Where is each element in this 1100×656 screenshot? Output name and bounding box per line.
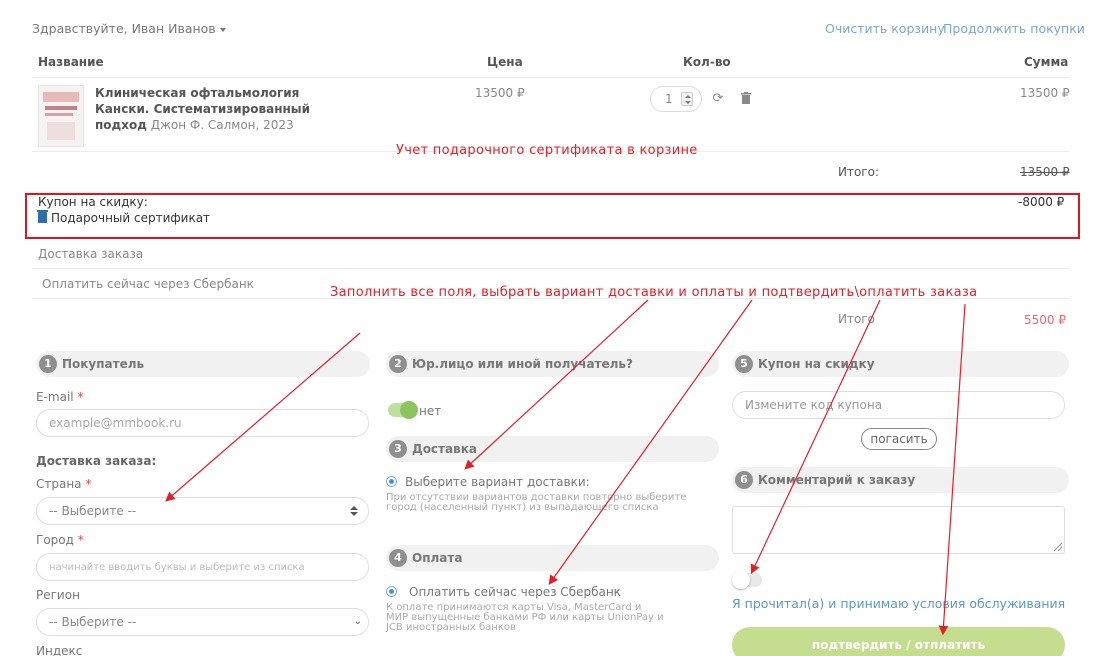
coupon-code-input[interactable]: Измените код купона	[732, 391, 1065, 419]
country-label: Страна *	[36, 477, 92, 491]
column-header-qty: Кол-во	[683, 55, 731, 69]
continue-shopping-link[interactable]: Продолжить покупки	[943, 21, 1085, 36]
column-header-price: Цена	[487, 55, 523, 69]
email-field[interactable]: example@mmbook.ru	[36, 409, 369, 437]
trash-icon[interactable]	[739, 92, 753, 106]
legal-entity-toggle[interactable]	[388, 401, 418, 419]
annotation-gift-certificate: Учет подарочного сертификата в корзине	[396, 143, 698, 158]
delivery-option-radio[interactable]	[386, 476, 397, 487]
comment-textarea[interactable]	[732, 506, 1065, 554]
spinner-arrows-icon[interactable]	[681, 92, 693, 106]
total-label: Итого	[838, 312, 875, 326]
divider	[32, 77, 1070, 78]
column-header-sum: Сумма	[1024, 55, 1069, 69]
select-arrows-icon	[350, 506, 358, 516]
caret-down-icon	[219, 27, 226, 32]
section-header-payment: 4 Оплата	[386, 545, 719, 571]
section-title: Юр.лицо или иной получатель?	[412, 357, 633, 371]
step-badge: 2	[389, 355, 407, 373]
section-title: Покупатель	[62, 357, 145, 371]
section-header-coupon: 5 Купон на скидку	[732, 351, 1069, 377]
greeting-text: Здравствуйте, Иван Иванов	[32, 21, 216, 36]
delivery-row-label: Доставка заказа	[38, 247, 144, 261]
section-header-buyer: 1 Покупатель	[36, 351, 370, 377]
clear-cart-link[interactable]: Очистить корзину	[825, 21, 945, 36]
city-field[interactable]: начинайте вводить буквы и выберите из сп…	[36, 553, 369, 581]
payment-option-radio[interactable]	[386, 586, 397, 597]
chevron-down-icon: ⌄	[353, 616, 362, 627]
index-label: Индекс	[36, 644, 83, 656]
city-label: Город *	[36, 533, 84, 547]
item-title[interactable]: Клиническая офтальмология Кански. Систем…	[95, 85, 345, 133]
region-label: Регион	[36, 588, 80, 602]
total-value: 5500 ₽	[1024, 313, 1066, 327]
item-price: 13500 ₽	[475, 86, 525, 100]
coupon-label: Купон на скидку:	[38, 195, 148, 209]
terms-toggle[interactable]	[732, 571, 762, 589]
refresh-icon[interactable]: ⟳	[711, 92, 725, 106]
section-header-comment: 6 Комментарий к заказу	[732, 467, 1069, 493]
section-header-legal: 2 Юр.лицо или иной получатель?	[386, 351, 719, 377]
book-cover-image[interactable]	[38, 85, 84, 147]
step-badge: 3	[389, 440, 407, 458]
section-title: Купон на скидку	[758, 357, 875, 371]
payment-row-label: Оплатить сейчас через Сбербанк	[42, 277, 254, 291]
discount-value: -8000 ₽	[1018, 195, 1065, 209]
resize-grip-icon[interactable]	[1054, 543, 1062, 551]
payment-note: К оплате принимаются карты Visa, MasterC…	[386, 602, 664, 633]
step-badge: 4	[389, 549, 407, 567]
step-badge: 1	[39, 355, 57, 373]
delivery-option-label[interactable]: Выберите вариант доставки:	[405, 475, 590, 489]
region-select[interactable]: -- Выберите -- ⌄	[36, 608, 369, 636]
country-select[interactable]: -- Выберите --	[36, 497, 369, 525]
section-title: Доставка	[412, 442, 477, 456]
redeem-coupon-button[interactable]: погасить	[861, 428, 937, 450]
column-header-name: Название	[38, 55, 104, 69]
gift-certificate-label: Подарочный сертификат	[51, 211, 211, 225]
email-label: E-mail *	[36, 390, 84, 404]
divider	[32, 268, 1070, 269]
user-greeting-dropdown[interactable]: Здравствуйте, Иван Иванов	[32, 21, 226, 36]
section-header-delivery: 3 Доставка	[386, 436, 719, 462]
quantity-value: 1	[665, 92, 673, 106]
terms-link[interactable]: Я прочитал(а) и принимаю условия обслужи…	[732, 596, 1065, 611]
annotation-fill-all-fields: Заполнить все поля, выбрать вариант дост…	[330, 285, 978, 300]
gift-certificate-item[interactable]: Подарочный сертификат	[37, 210, 211, 225]
legal-toggle-label: нет	[419, 404, 442, 418]
confirm-pay-button[interactable]: подтвердить / отплатить	[732, 627, 1065, 656]
step-badge: 5	[735, 355, 753, 373]
subtotal-value: 13500 ₽	[1020, 165, 1070, 179]
subtotal-label: Итого:	[838, 165, 879, 179]
delivery-heading: Доставка заказа:	[36, 454, 157, 468]
trash-icon[interactable]	[37, 210, 48, 223]
item-sum: 13500 ₽	[1020, 86, 1070, 100]
section-title: Оплата	[412, 551, 463, 565]
section-title: Комментарий к заказу	[758, 473, 916, 487]
payment-option-label[interactable]: Оплатить сейчас через Сбербанк	[409, 585, 621, 599]
delivery-note: При отсутствии вариантов доставки повтор…	[386, 492, 687, 513]
quantity-stepper[interactable]: 1	[650, 86, 702, 112]
step-badge: 6	[735, 471, 753, 489]
